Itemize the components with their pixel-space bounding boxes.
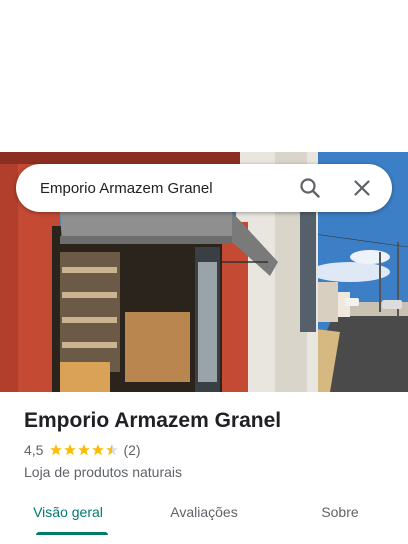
search-input[interactable]: Emporio Armazem Granel [40,180,392,197]
star-icon [92,444,105,456]
star-icon [64,444,77,456]
star-rating [49,443,119,457]
tab-label: Avaliações [170,504,238,520]
tab-label: Sobre [321,504,359,520]
rating-row[interactable]: 4,5 (2) [24,440,392,460]
rating-value: 4,5 [24,442,44,458]
place-category: Loja de produtos naturais [24,464,182,480]
place-title: Emporio Armazem Granel [24,409,282,432]
star-icon [78,444,91,456]
star-half-icon [106,444,119,456]
tab-overview[interactable]: Visão geral [0,490,136,544]
place-info: Emporio Armazem Granel 4,5 (2) Loja de p… [24,406,392,482]
star-icon [50,444,63,456]
review-count[interactable]: (2) [123,442,140,458]
search-icon[interactable] [298,176,322,200]
close-icon[interactable] [350,176,374,200]
tab-about[interactable]: Sobre [272,490,408,544]
tab-bar: Visão geral Avaliações Sobre [0,490,408,544]
search-bar[interactable]: Emporio Armazem Granel [16,164,392,212]
active-tab-indicator [36,532,108,535]
tab-label: Visão geral [33,504,103,520]
tab-reviews[interactable]: Avaliações [136,490,272,544]
